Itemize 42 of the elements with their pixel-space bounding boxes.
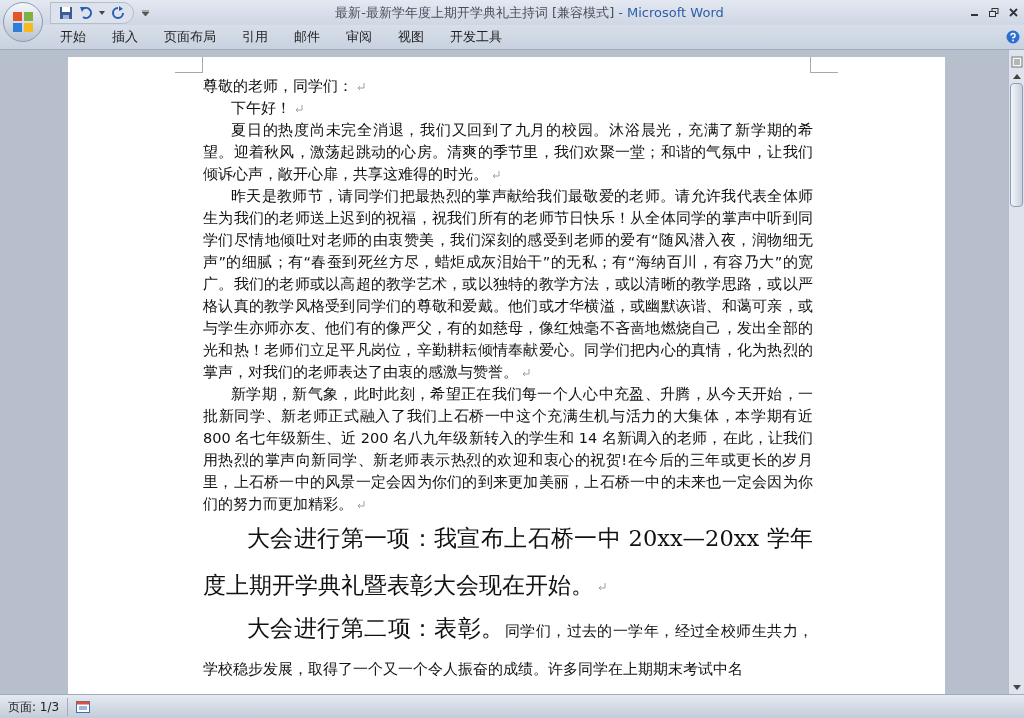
paragraph-mark-icon: [357, 501, 365, 509]
ribbon-tab[interactable]: 引用: [229, 26, 281, 48]
ribbon-tab[interactable]: 邮件: [281, 26, 333, 48]
paragraph-mark-icon: [357, 83, 365, 91]
page-count[interactable]: 页面: 1/3: [0, 697, 69, 716]
app-name: - Microsoft Word: [618, 3, 724, 22]
ribbon-tab[interactable]: 开始: [47, 26, 99, 48]
ruler-toggle-icon[interactable]: [1010, 56, 1023, 68]
window-title: 最新-最新学年度上期开学典礼主持词 [兼容模式]: [335, 3, 615, 22]
caret-icon[interactable]: [99, 10, 105, 15]
restore-icon[interactable]: [989, 8, 999, 17]
help-icon[interactable]: [1006, 30, 1020, 44]
customize-toolbar-icon[interactable]: [142, 9, 149, 16]
ribbon-tab[interactable]: 插入: [99, 26, 151, 48]
heading-paragraph: 大会进行第一项：我宣布上石桥一中 20xx—20xx 学年度上期开学典礼暨表彰大会现在开始。: [203, 524, 813, 600]
ribbon-tab[interactable]: 页面布局: [151, 26, 229, 48]
body-paragraph: 昨天是教师节，请同学们把最热烈的掌声献给我们最敬爱的老师。请允许我代表全体师生为我们的老师送上迟到的祝福，祝我们所有的老师节日快乐！从全体同学的掌声中听到同学们尽情地倾吐对老师的由衷赞美，我们深刻的感受到老师的爱有“随风潜入夜，润物细无声”的细腻；有“春蚕到死丝方尽，蜡炬成灰泪始干”的无私；有“海纳百川，有容乃大”的宽广。我们的老师或以高超的教学艺术，或以独特的教学方法，或以清晰的教学思路，或以严格认真的教学风格受到同学们的尊敬和爱戴。他们或才华横溢，或幽默诙谐、和蔼可亲，或与学生亦师亦友、他们有的像严父，有的如慈母，像红烛毫不吝啬地燃烧自己，发出全部的光和热！老师们立足平凡岗位，辛勤耕耘倾情奉献爱心。同学们把内心的真情，化为热烈的掌声，对我们的老师表达了由衷的感激与赞誉。: [203, 187, 813, 382]
vertical-scrollbar[interactable]: [1008, 50, 1024, 694]
office-logo-icon: [12, 11, 34, 33]
body-paragraph: 下午好！: [203, 97, 813, 119]
scrollbar-thumb[interactable]: [1010, 83, 1023, 207]
ribbon-tab[interactable]: 审阅: [333, 26, 385, 48]
undo-icon[interactable]: [79, 5, 93, 20]
save-icon[interactable]: [59, 5, 73, 20]
body-paragraph: 新学期，新气象，此时此刻，希望正在我们每一个人心中充盈、升腾，从今天开始，一批新同学、新老师正式融入了我们上石桥一中这个充满生机与活力的大集体，本学期有近800 名七年级新生、近 200 名八九年级新转入的学生和 14 名新调入的老师，在此，让我们用热烈的掌声向新同学、新老师表示热烈的欢迎和衷心的祝贺!在今后的三年或更长的岁月里，上石桥一中的风景一定会因为你们的到来更加美丽，上石桥一中的未来也一定会因为你们的努力而更加精彩。: [203, 385, 813, 514]
ribbon-tab[interactable]: 视图: [385, 26, 437, 48]
margin-corner-mark: [175, 57, 203, 73]
margin-corner-mark: [810, 57, 838, 73]
paragraph-mark-icon: [295, 105, 303, 113]
scroll-up-icon[interactable]: [1012, 74, 1021, 79]
paragraph-mark-icon: [598, 583, 606, 591]
ribbon-tab[interactable]: 开发工具: [437, 26, 515, 48]
paragraph-mark-icon: [522, 369, 530, 377]
scroll-down-icon[interactable]: [1012, 685, 1021, 690]
body-paragraph: 夏日的热度尚未完全消退，我们又回到了九月的校园。沐浴晨光，充满了新学期的希望。迎着秋风，激荡起跳动的心房。清爽的季节里，我们欢聚一堂；和谐的气氛中，让我们倾诉心声，敞开心扉，共享这难得的时光。: [203, 121, 813, 184]
office-button[interactable]: [3, 2, 43, 42]
document-view-icon[interactable]: [76, 700, 91, 713]
body-paragraph: 大会进行第二项：表彰。同学们，过去的一学年，经过全校师生共力，学校稳步发展，取得了一个又一个令人振奋的成绩。许多同学在上期期末考试中名: [203, 614, 813, 679]
close-icon[interactable]: [1009, 8, 1018, 17]
body-paragraph: 尊敬的老师，同学们：: [203, 75, 813, 97]
paragraph-mark-icon: [492, 171, 500, 179]
redo-icon[interactable]: [111, 5, 125, 20]
